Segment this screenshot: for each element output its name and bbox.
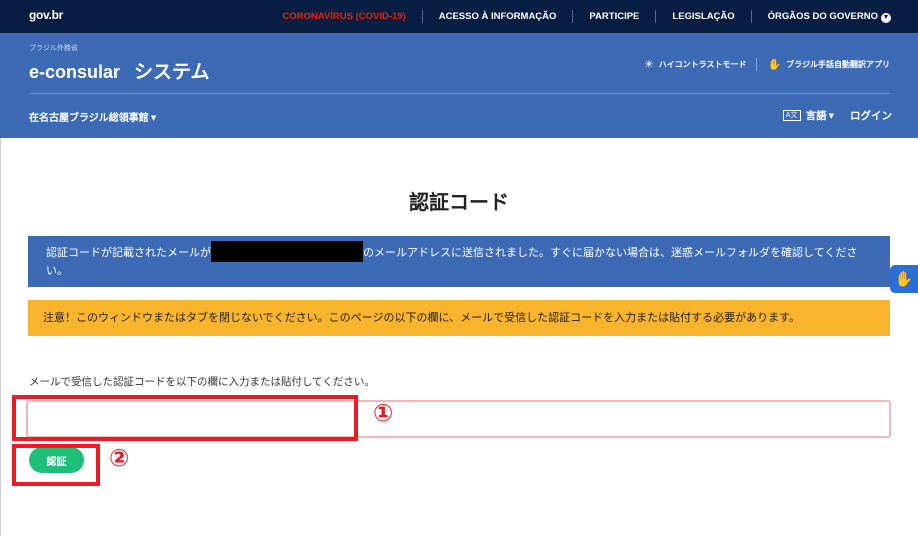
gov-link-participe[interactable]: PARTICIPE	[573, 10, 657, 23]
sign-language-hand-icon: ✋	[894, 270, 914, 288]
govbr-logo[interactable]: gov.br	[29, 8, 63, 22]
redacted-email	[211, 241, 363, 262]
header-right-nav: A文 言語 ▼ ログイン	[782, 108, 892, 123]
consulate-dropdown[interactable]: 在名古屋ブラジル総領事館 ▼	[29, 109, 156, 124]
info-text-before: 認証コードが記載されたメールが	[46, 246, 211, 259]
code-instruction: メールで受信した認証コードを以下の欄に入力または貼付してください。	[29, 376, 375, 388]
sun-icon: ☀	[643, 57, 654, 71]
site-header: ブラジル外務省 e-consular システム ☀ ハイコントラストモード ✋ ブ…	[0, 33, 918, 138]
header-tools: ☀ ハイコントラストモード ✋ ブラジル手話自動翻訳アプリ	[634, 57, 890, 71]
login-link[interactable]: ログイン	[850, 108, 892, 123]
annotation-number-1: ①	[373, 399, 394, 427]
consulate-label: 在名古屋ブラジル総領事館	[29, 113, 149, 124]
site-title-main: e-consular	[29, 62, 121, 82]
gov-link-legislacao[interactable]: LEGISLAÇÃO	[656, 10, 752, 23]
translate-icon: A文	[782, 110, 801, 121]
warning-alert: 注意！このウィンドウまたはタブを閉じないでください。このページの以下の欄に、メー…	[28, 300, 890, 336]
verify-button[interactable]: 認証	[29, 447, 84, 473]
caret-down-icon: ▼	[150, 114, 157, 122]
hand-icon: ✋	[767, 57, 782, 71]
ministry-label: ブラジル外務省	[29, 44, 78, 52]
gov-top-bar: gov.br CORONAVÍRUS (COVID-19) ACESSO À I…	[0, 0, 918, 33]
warning-text: 注意！このウィンドウまたはタブを閉じないでください。このページの以下の欄に、メー…	[43, 311, 801, 324]
language-dropdown[interactable]: A文 言語 ▼	[782, 108, 850, 123]
site-title-suffix: システム	[134, 61, 210, 83]
gov-links: CORONAVÍRUS (COVID-19) ACESSO À INFORMAÇ…	[282, 0, 891, 33]
sign-language-label: ブラジル手話自動翻訳アプリ	[786, 59, 890, 69]
high-contrast-button[interactable]: ☀ ハイコントラストモード	[634, 57, 758, 71]
chevron-down-icon: ▼	[881, 13, 891, 23]
gov-link-coronavirus[interactable]: CORONAVÍRUS (COVID-19)	[282, 10, 423, 23]
verification-code-input[interactable]	[26, 400, 891, 438]
page-title: 認証コード	[409, 190, 509, 214]
annotation-number-2: ②	[109, 444, 130, 472]
gov-link-orgaos-governo[interactable]: ÓRGÃOS DO GOVERNO ▼	[752, 10, 891, 23]
high-contrast-label: ハイコントラストモード	[658, 59, 747, 69]
site-title[interactable]: e-consular システム	[29, 57, 209, 84]
vlibras-widget-button[interactable]: ✋	[890, 265, 918, 293]
gov-link-orgaos-label: ÓRGÃOS DO GOVERNO	[767, 11, 878, 22]
info-alert: 認証コードが記載されたメールが のメールアドレスに送信されました。すぐに届かない場…	[28, 236, 890, 287]
header-divider	[29, 93, 890, 94]
caret-down-icon: ▼	[828, 111, 834, 120]
sign-language-button[interactable]: ✋ ブラジル手話自動翻訳アプリ	[757, 58, 890, 71]
language-label: 言語	[805, 110, 827, 122]
gov-link-acesso-informacao[interactable]: ACESSO À INFORMAÇÃO	[423, 10, 574, 23]
